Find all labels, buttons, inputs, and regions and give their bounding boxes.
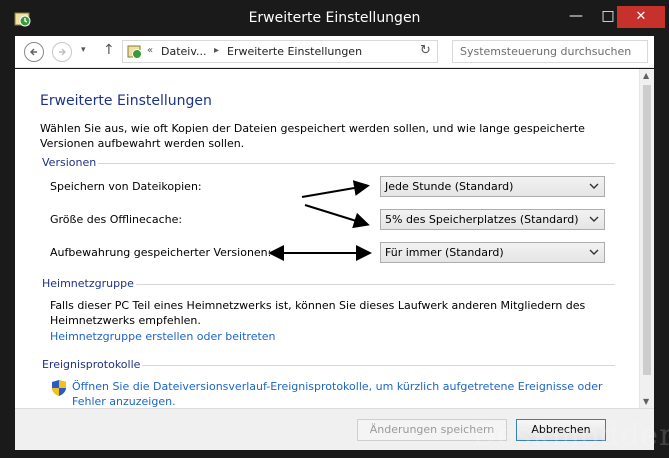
- annotation-arrow: [301, 180, 370, 198]
- window: Erweiterte Einstellungen — □ ✕ ▾ ↑ « Dat…: [0, 0, 669, 458]
- annotation-arrows: [268, 180, 372, 261]
- annotation-arrow: [304, 204, 370, 229]
- watermark: Deskmodder.de: [472, 418, 669, 453]
